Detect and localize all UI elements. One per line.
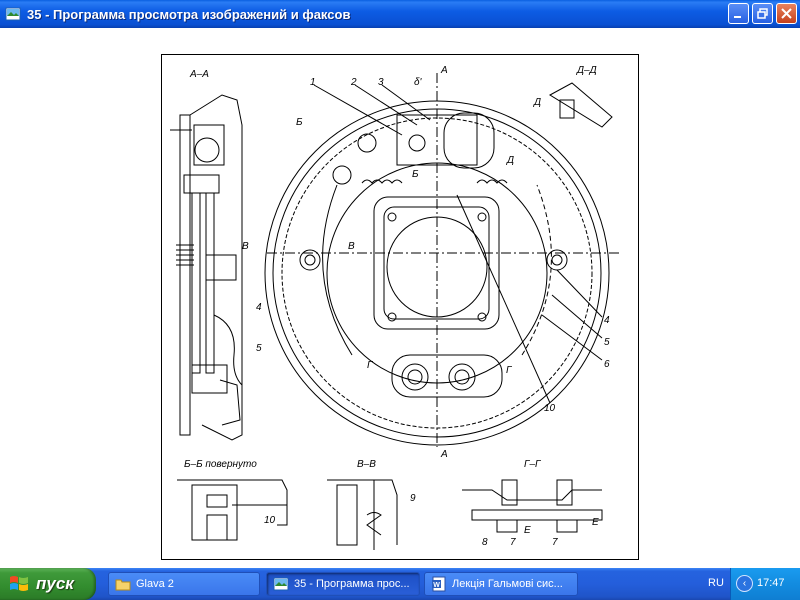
callout-10-bottom: 10 bbox=[264, 515, 276, 526]
taskbar: пуск Glava 2 35 - Программа прос... W Ле… bbox=[0, 568, 800, 600]
callout-7: 7 bbox=[510, 537, 516, 548]
callout-1: 1 bbox=[310, 77, 316, 88]
brake-drawing[interactable]: А–А Д–Д Б–Б повернуто В–В Г–Г 1 2 3 4 5 … bbox=[161, 54, 639, 560]
marker-delta: δ' bbox=[414, 77, 423, 88]
close-button[interactable] bbox=[776, 3, 797, 24]
taskbar-item-label: Glava 2 bbox=[136, 578, 174, 590]
clock[interactable]: 17:47 bbox=[757, 577, 785, 589]
image-viewer-area: А–А Д–Д Б–Б повернуто В–В Г–Г 1 2 3 4 5 … bbox=[0, 28, 800, 591]
folder-icon bbox=[115, 576, 131, 592]
marker-v-right: В bbox=[348, 241, 355, 252]
restore-button[interactable] bbox=[752, 3, 773, 24]
callout-5-right: 5 bbox=[604, 337, 610, 348]
minimize-button[interactable] bbox=[728, 3, 749, 24]
marker-d-1: Д bbox=[533, 97, 541, 108]
callout-2: 2 bbox=[350, 77, 357, 88]
section-gg-label: Г–Г bbox=[524, 459, 542, 470]
callout-4: 4 bbox=[256, 302, 262, 313]
restore-icon bbox=[757, 8, 768, 19]
callout-7-second: 7 bbox=[552, 537, 558, 548]
marker-v-left: В bbox=[242, 241, 249, 252]
minimize-icon bbox=[734, 16, 741, 18]
callout-10: 10 bbox=[544, 403, 556, 414]
callout-8: 8 bbox=[482, 537, 488, 548]
marker-a-bottom: А bbox=[440, 449, 448, 460]
callout-9: 9 bbox=[410, 493, 416, 504]
image-viewer-icon bbox=[5, 6, 21, 22]
brake-assembly-drawing: А–А Д–Д Б–Б повернуто В–В Г–Г 1 2 3 4 5 … bbox=[170, 65, 622, 550]
section-bb-label: Б–Б повернуто bbox=[184, 459, 257, 470]
callout-3: 3 bbox=[378, 77, 384, 88]
close-icon bbox=[781, 8, 792, 19]
windows-logo-icon bbox=[10, 576, 28, 591]
section-dd-label: Д–Д bbox=[576, 65, 597, 76]
taskbar-item-glava2[interactable]: Glava 2 bbox=[108, 572, 260, 596]
taskbar-item-image-viewer[interactable]: 35 - Программа прос... bbox=[266, 572, 420, 596]
marker-e-2: Е bbox=[592, 517, 599, 528]
image-viewer-icon bbox=[273, 576, 289, 592]
callout-6: 6 bbox=[604, 359, 610, 370]
word-icon: W bbox=[431, 576, 447, 592]
window-title: 35 - Программа просмотра изображений и ф… bbox=[27, 6, 351, 22]
marker-d-2: Д bbox=[506, 155, 514, 166]
taskbar-item-label: Лекція Гальмові сис... bbox=[452, 578, 563, 590]
start-button[interactable]: пуск bbox=[0, 568, 96, 600]
title-bar[interactable]: 35 - Программа просмотра изображений и ф… bbox=[0, 0, 800, 28]
callout-5: 5 bbox=[256, 343, 262, 354]
marker-e-1: Е bbox=[524, 525, 531, 536]
marker-b-2: Б bbox=[412, 169, 419, 180]
section-aa-label: А–А bbox=[189, 69, 209, 80]
show-hidden-icons-button[interactable]: ‹ bbox=[736, 575, 753, 592]
taskbar-item-word-doc[interactable]: W Лекція Гальмові сис... bbox=[424, 572, 578, 596]
svg-text:W: W bbox=[433, 582, 440, 589]
callout-4-right: 4 bbox=[604, 315, 610, 326]
chevron-left-icon: ‹ bbox=[742, 578, 747, 589]
marker-g-left: Г bbox=[367, 360, 374, 371]
start-label: пуск bbox=[36, 574, 74, 593]
marker-g-right: Г bbox=[506, 365, 513, 376]
taskbar-item-label: 35 - Программа прос... bbox=[294, 578, 410, 590]
marker-a-top: А bbox=[440, 65, 448, 76]
marker-b: Б bbox=[296, 117, 303, 128]
language-indicator[interactable]: RU bbox=[708, 577, 724, 589]
section-vv-label: В–В bbox=[357, 459, 376, 470]
